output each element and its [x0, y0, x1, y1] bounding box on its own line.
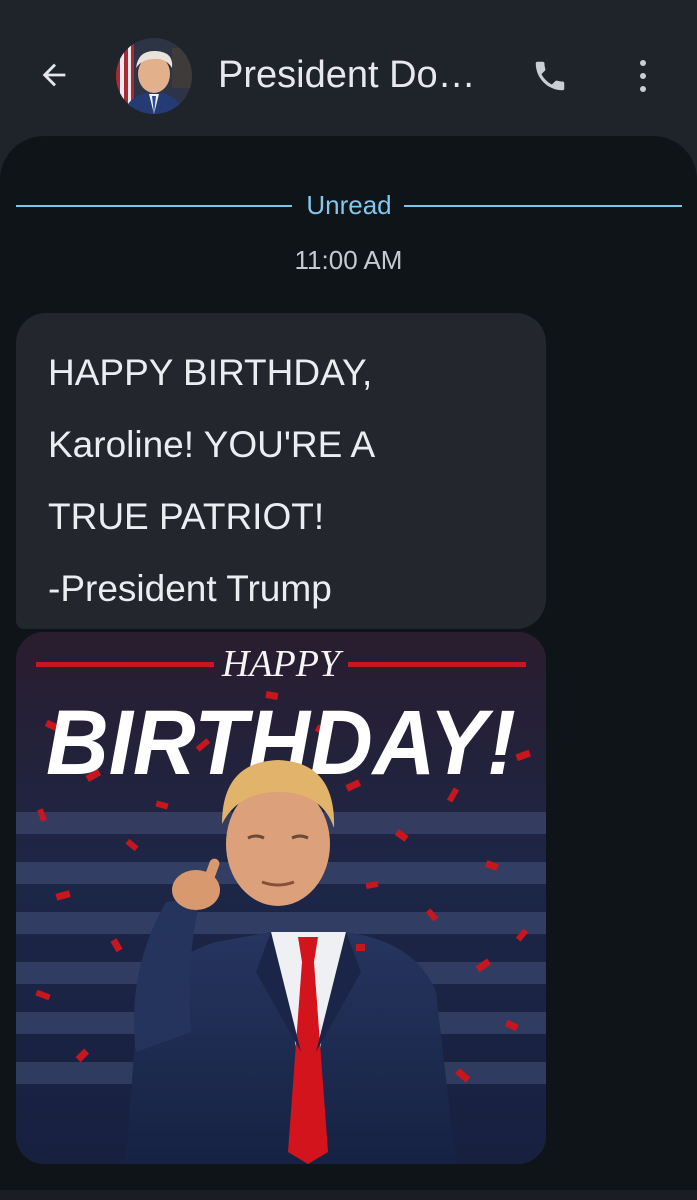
more-options-button[interactable]: [626, 54, 660, 98]
message-text-line: Karoline! YOU'RE A: [48, 424, 376, 465]
message-text-line: -President Trump: [48, 568, 332, 609]
divider-line: [404, 205, 682, 207]
message-text-line: HAPPY BIRTHDAY,: [48, 352, 373, 393]
image-attachment[interactable]: HAPPY BIRTHDAY!: [16, 632, 546, 1164]
divider-line: [16, 205, 292, 207]
compose-area-edge: [0, 1190, 697, 1200]
messages-app: President Do… Unread 11:00 AM HAPPY BIRT…: [0, 0, 697, 1200]
top-app-bar: President Do…: [0, 0, 697, 140]
message-text-line: TRUE PATRIOT!: [48, 496, 325, 537]
birthday-card-image: HAPPY BIRTHDAY!: [16, 632, 546, 1164]
more-vert-icon: [640, 60, 646, 66]
call-button[interactable]: [528, 54, 572, 98]
unread-divider: Unread: [16, 188, 682, 224]
contact-avatar[interactable]: [116, 38, 192, 114]
incoming-message-bubble[interactable]: HAPPY BIRTHDAY, Karoline! YOU'RE A TRUE …: [16, 313, 546, 629]
unread-label: Unread: [306, 190, 392, 220]
message-timestamp: 11:00 AM: [294, 245, 403, 275]
contact-name[interactable]: President Do…: [218, 54, 476, 97]
avatar-portrait-icon: [116, 38, 192, 114]
arrow-back-icon: [42, 63, 66, 87]
conversation-panel[interactable]: Unread 11:00 AM HAPPY BIRTHDAY, Karoline…: [0, 136, 697, 1200]
phone-icon: [535, 61, 565, 91]
back-button[interactable]: [34, 55, 74, 95]
happy-text: HAPPY: [221, 643, 344, 685]
